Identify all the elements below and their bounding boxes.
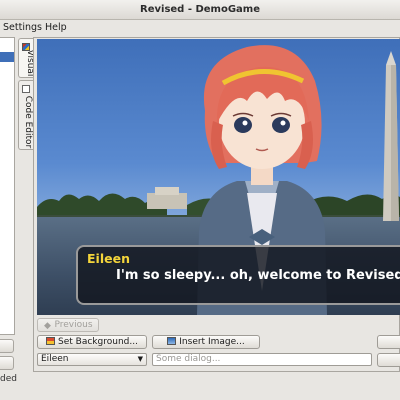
left-status-text: ded bbox=[0, 374, 17, 384]
arrow-left-icon: ◆ bbox=[44, 321, 51, 331]
chevron-down-icon: ▼ bbox=[137, 355, 143, 363]
dialogue-box: Eileen I'm so sleepy... oh, welcome to R… bbox=[76, 245, 400, 305]
left-panel-button-2[interactable] bbox=[0, 356, 14, 370]
speaker-name: Eileen bbox=[87, 251, 130, 266]
monument-obelisk bbox=[383, 51, 399, 221]
dialogue-text: I'm so sleepy... oh, welcome to Revised bbox=[116, 268, 400, 283]
selected-tree-item[interactable] bbox=[0, 52, 14, 62]
right-partial-button[interactable] bbox=[377, 335, 400, 349]
add-dialog-button[interactable] bbox=[377, 353, 400, 367]
previous-button-label: Previous bbox=[54, 320, 93, 330]
tab-code-editor[interactable]: Code Editor bbox=[18, 80, 33, 150]
project-tree-panel[interactable] bbox=[0, 37, 15, 335]
insert-image-label: Insert Image... bbox=[179, 337, 245, 347]
background-image-icon bbox=[46, 337, 56, 345]
dialog-input[interactable]: Some dialog... bbox=[152, 353, 372, 366]
tab-visual[interactable]: Visual bbox=[18, 38, 35, 78]
left-panel-button[interactable] bbox=[0, 339, 14, 353]
game-preview[interactable]: Eileen I'm so sleepy... oh, welcome to R… bbox=[37, 39, 400, 315]
insert-image-icon bbox=[167, 337, 177, 345]
character-select-value: Eileen bbox=[41, 354, 69, 364]
insert-image-button[interactable]: Insert Image... bbox=[152, 335, 260, 349]
tab-code-editor-label: Code Editor bbox=[23, 95, 33, 149]
menu-settings[interactable]: Settings bbox=[3, 22, 42, 33]
dialog-input-placeholder: Some dialog... bbox=[156, 354, 221, 364]
character-select[interactable]: Eileen ▼ bbox=[37, 353, 147, 366]
set-background-button[interactable]: Set Background... bbox=[37, 335, 147, 349]
title-bar: Revised - DemoGame bbox=[0, 0, 400, 20]
set-background-label: Set Background... bbox=[58, 337, 138, 347]
menu-help[interactable]: Help bbox=[45, 22, 67, 33]
menu-bar: Settings Help bbox=[0, 20, 400, 36]
window-title: Revised - DemoGame bbox=[140, 4, 260, 15]
previous-button[interactable]: ◆ Previous bbox=[37, 318, 99, 332]
